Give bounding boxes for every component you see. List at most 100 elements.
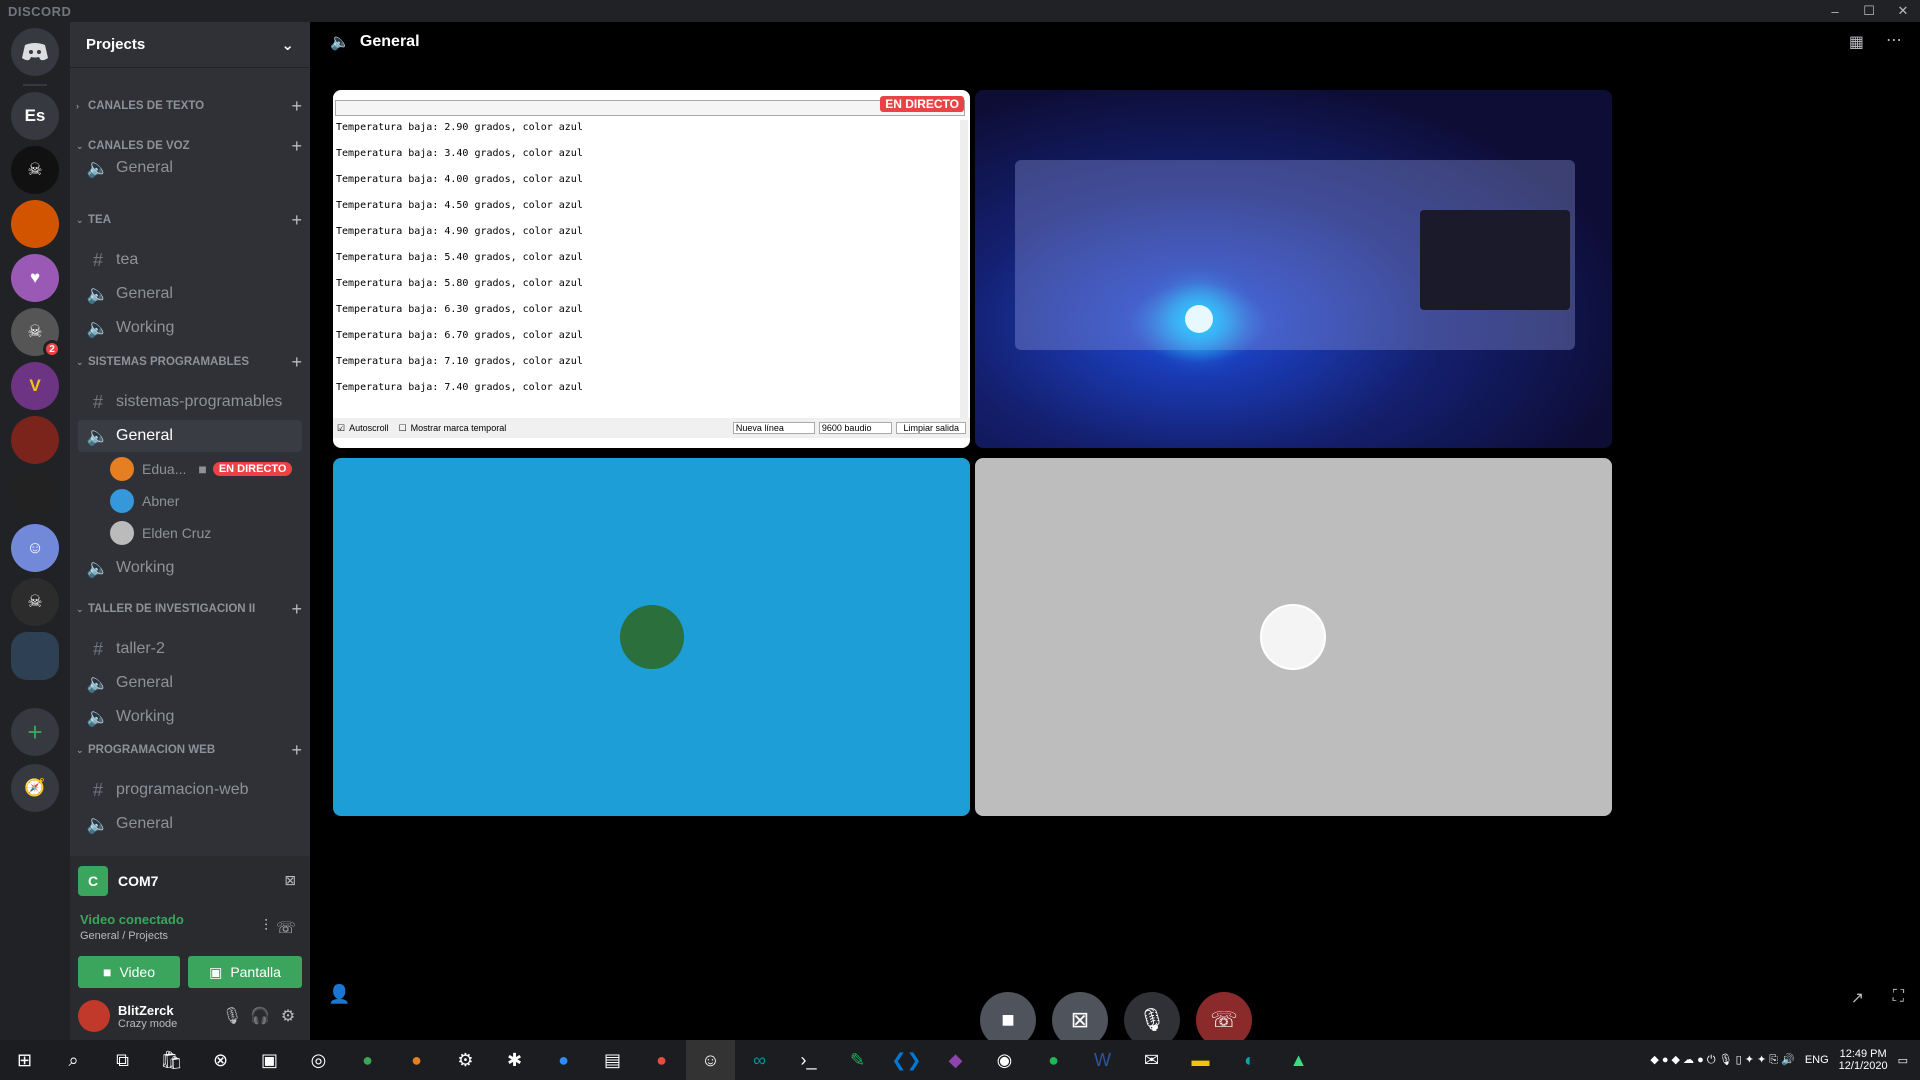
app-icon[interactable]: ● bbox=[637, 1040, 686, 1080]
serial-input[interactable] bbox=[335, 100, 965, 116]
add-channel-icon[interactable]: + bbox=[291, 352, 302, 373]
arduino-icon[interactable]: ∞ bbox=[735, 1040, 784, 1080]
add-server-button[interactable]: + bbox=[11, 708, 59, 756]
stop-stream-icon[interactable]: ⊠ bbox=[284, 872, 296, 889]
voice-user[interactable]: Edua... ■ EN DIRECTO bbox=[110, 454, 302, 484]
channel-tea[interactable]: # tea bbox=[78, 244, 302, 276]
channel-taller-working[interactable]: 🔈 Working bbox=[78, 701, 302, 733]
checkbox-icon[interactable]: ☑ bbox=[337, 423, 345, 434]
gear-icon[interactable]: ⚙ bbox=[274, 1006, 302, 1026]
file-explorer-icon[interactable]: ▬ bbox=[1176, 1040, 1225, 1080]
screen-share-button[interactable]: ▣ Pantalla bbox=[188, 956, 302, 988]
server-projects[interactable] bbox=[11, 632, 59, 680]
add-channel-icon[interactable]: + bbox=[291, 740, 302, 761]
zoom-icon[interactable]: ● bbox=[539, 1040, 588, 1080]
grid-layout-icon[interactable]: ▦ bbox=[1849, 32, 1864, 52]
server-pirate[interactable]: ☠ bbox=[11, 578, 59, 626]
channel-voice-general[interactable]: 🔈 General bbox=[78, 152, 302, 184]
server-skull[interactable]: ☠ bbox=[11, 146, 59, 194]
task-view-icon[interactable]: ⧉ bbox=[98, 1040, 147, 1080]
connection-status[interactable]: Video conectado bbox=[80, 912, 184, 927]
channel-sistemas-general[interactable]: 🔈 General bbox=[78, 420, 302, 452]
category-web[interactable]: ⌄ PROGRAMACION WEB + bbox=[76, 740, 302, 760]
channel-taller-2[interactable]: # taller-2 bbox=[78, 633, 302, 665]
app-icon[interactable]: ▣ bbox=[245, 1040, 294, 1080]
channel-taller-general[interactable]: 🔈 General bbox=[78, 667, 302, 699]
server-header[interactable]: Projects ⌄ bbox=[70, 22, 310, 68]
channel-tea-general[interactable]: 🔈 General bbox=[78, 278, 302, 310]
notification-icon[interactable]: ▭ bbox=[1898, 1054, 1908, 1067]
server-v[interactable]: V bbox=[11, 362, 59, 410]
stream-source[interactable]: C COM7 bbox=[78, 866, 158, 896]
add-channel-icon[interactable]: + bbox=[291, 96, 302, 117]
participant-tile[interactable] bbox=[975, 458, 1612, 816]
xbox-icon[interactable]: ⊗ bbox=[196, 1040, 245, 1080]
minimize-icon[interactable]: – bbox=[1818, 0, 1852, 22]
add-channel-icon[interactable]: + bbox=[291, 599, 302, 620]
noise-suppression-icon[interactable]: ⫶ bbox=[264, 918, 268, 936]
camera-tile[interactable] bbox=[975, 90, 1612, 448]
home-button[interactable] bbox=[11, 28, 59, 76]
spotify-icon[interactable]: ● bbox=[1029, 1040, 1078, 1080]
headphones-icon[interactable]: 🎧 bbox=[246, 1006, 274, 1026]
category-taller[interactable]: ⌄ TALLER DE INVESTIGACION II + bbox=[76, 599, 302, 619]
add-channel-icon[interactable]: + bbox=[291, 210, 302, 231]
server-red[interactable] bbox=[11, 416, 59, 464]
maximize-icon[interactable]: ☐ bbox=[1852, 0, 1886, 22]
server-skull-badge[interactable]: ☠ 2 bbox=[11, 308, 61, 358]
app-icon[interactable]: ✎ bbox=[833, 1040, 882, 1080]
clock[interactable]: 12:49 PM 12/1/2020 bbox=[1839, 1048, 1888, 1072]
store-icon[interactable]: 🛍 bbox=[147, 1040, 196, 1080]
visual-studio-icon[interactable]: ◆ bbox=[931, 1040, 980, 1080]
word-icon[interactable]: W bbox=[1078, 1040, 1127, 1080]
app-icon[interactable]: ◉ bbox=[980, 1040, 1029, 1080]
app-icon[interactable]: ● bbox=[343, 1040, 392, 1080]
channel-sistemas-programables[interactable]: # sistemas-programables bbox=[78, 386, 302, 418]
channel-web-general[interactable]: 🔈 General bbox=[78, 808, 302, 840]
avatar[interactable] bbox=[78, 1000, 110, 1032]
server-es[interactable]: Es bbox=[11, 92, 59, 140]
app-icon[interactable]: ● bbox=[392, 1040, 441, 1080]
channel-tea-working[interactable]: 🔈 Working bbox=[78, 312, 302, 344]
server-purple[interactable]: ♥ bbox=[11, 254, 59, 302]
server-dark[interactable] bbox=[11, 470, 59, 518]
channel-programacion-web[interactable]: # programacion-web bbox=[78, 774, 302, 806]
slack-icon[interactable]: ✱ bbox=[490, 1040, 539, 1080]
app-icon[interactable]: ▤ bbox=[588, 1040, 637, 1080]
microphone-icon[interactable]: 🎙 bbox=[218, 1006, 246, 1026]
mail-icon[interactable]: ✉ bbox=[1127, 1040, 1176, 1080]
channel-sistemas-working[interactable]: 🔈 Working bbox=[78, 552, 302, 584]
close-icon[interactable]: ✕ bbox=[1886, 0, 1920, 22]
discord-taskbar-icon[interactable]: ☺ bbox=[686, 1040, 735, 1080]
baud-select[interactable]: 9600 baudio bbox=[818, 422, 893, 434]
invite-user-icon[interactable]: 👤 bbox=[328, 984, 350, 1005]
vscode-icon[interactable]: ❮❯ bbox=[882, 1040, 931, 1080]
newline-select[interactable]: Nueva línea bbox=[732, 422, 815, 434]
app-icon[interactable]: ◎ bbox=[294, 1040, 343, 1080]
serial-scrollbar[interactable] bbox=[960, 120, 968, 418]
android-icon[interactable]: ▲ bbox=[1274, 1040, 1323, 1080]
input-language[interactable]: ENG bbox=[1805, 1054, 1829, 1066]
server-discord-blue[interactable]: ☺ bbox=[11, 524, 59, 572]
explore-servers-button[interactable]: 🧭 bbox=[11, 764, 59, 812]
fullscreen-icon[interactable]: ⛶ bbox=[1893, 988, 1904, 1006]
more-options-icon[interactable]: ⋯ bbox=[1886, 30, 1902, 50]
checkbox-icon[interactable]: ☐ bbox=[399, 423, 407, 434]
server-avatar-orange[interactable] bbox=[11, 200, 59, 248]
screen-share-tile[interactable]: EN DIRECTO Temperatura baja: 2.90 grados… bbox=[333, 90, 970, 448]
steam-icon[interactable]: ⚙ bbox=[441, 1040, 490, 1080]
popout-icon[interactable]: ↗ bbox=[1851, 988, 1864, 1008]
search-icon[interactable]: ⌕ bbox=[49, 1040, 98, 1080]
terminal-icon[interactable]: ›_ bbox=[784, 1040, 833, 1080]
edge-icon[interactable]: ◐ bbox=[1225, 1040, 1274, 1080]
clear-output-button[interactable]: Limpiar salida bbox=[896, 422, 966, 434]
tray-icons[interactable]: ◆ ● ◆ ☁ ● ⏻ 🎙 ▯ ✦ ✦ ⎘ 🔊 bbox=[1650, 1053, 1794, 1067]
voice-user[interactable]: Elden Cruz bbox=[110, 518, 302, 548]
category-tea[interactable]: ⌄ TEA + bbox=[76, 210, 302, 230]
category-sistemas[interactable]: ⌄ SISTEMAS PROGRAMABLES + bbox=[76, 352, 302, 372]
participant-tile[interactable] bbox=[333, 458, 970, 816]
disconnect-icon[interactable]: ☏ bbox=[276, 918, 296, 938]
video-button[interactable]: ■ Video bbox=[78, 956, 180, 988]
voice-user[interactable]: Abner bbox=[110, 486, 302, 516]
windows-start-icon[interactable]: ⊞ bbox=[0, 1040, 49, 1080]
